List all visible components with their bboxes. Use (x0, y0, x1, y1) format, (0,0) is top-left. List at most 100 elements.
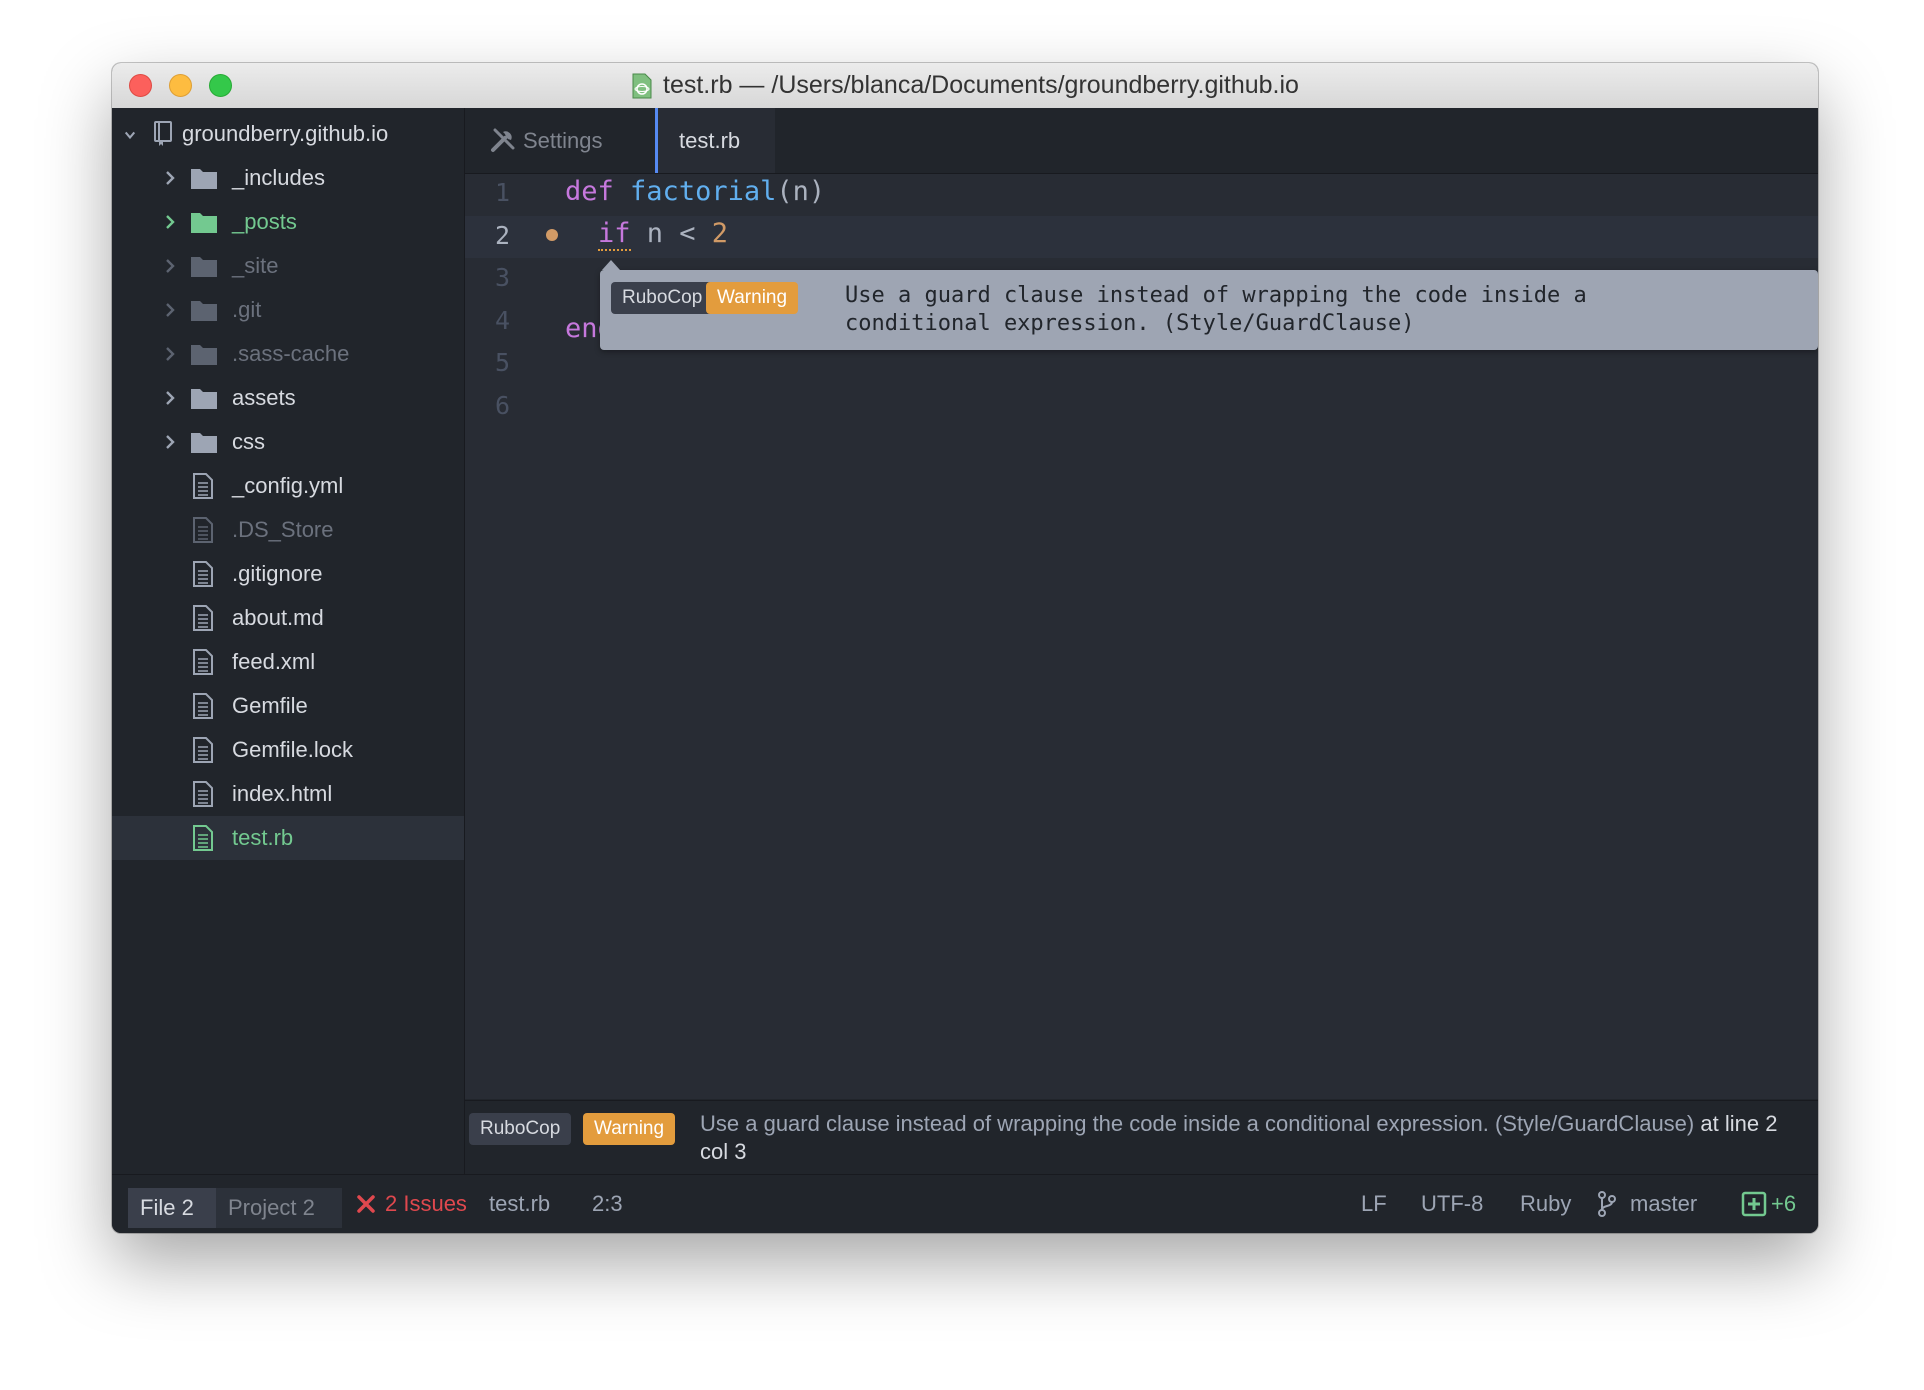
file-text-icon (193, 693, 213, 719)
tree-item[interactable]: css (112, 420, 464, 464)
file-text-icon (193, 517, 213, 543)
line-number: 4 (494, 305, 510, 335)
tree-item[interactable]: _posts (112, 200, 464, 244)
ruby-file-icon (632, 73, 652, 98)
tree-item-label: .gitignore (232, 561, 323, 586)
status-line-ending[interactable]: LF (1361, 1175, 1387, 1233)
file-text-icon (193, 737, 213, 763)
status-encoding[interactable]: UTF-8 (1421, 1175, 1483, 1233)
minimize-window-button[interactable] (169, 74, 192, 97)
tab-test-rb[interactable]: test.rb (655, 108, 775, 173)
tab-settings[interactable]: Settings (465, 108, 655, 173)
title-bar: test.rb — /Users/blanca/Documents/ground… (112, 63, 1818, 109)
tree-item[interactable]: Gemfile (112, 684, 464, 728)
status-issues-text: 2 Issues (385, 1191, 467, 1216)
chevron-right-icon (166, 347, 175, 361)
window-controls (129, 74, 232, 97)
folder-icon (191, 389, 217, 409)
folder-icon (191, 433, 217, 453)
chevron-right-icon (166, 435, 175, 449)
tooltip-message: Use a guard clause instead of wrapping t… (845, 283, 1587, 336)
tree-item[interactable]: .DS_Store (112, 508, 464, 552)
chevron-right-icon (166, 391, 175, 405)
tree-item-label: .sass-cache (232, 341, 350, 366)
chevron-down-icon (124, 131, 136, 140)
status-cursor-position[interactable]: 2:3 (592, 1175, 623, 1233)
git-branch-icon (1598, 1191, 1616, 1217)
zoom-window-button[interactable] (209, 74, 232, 97)
tab-bar: Settings test.rb (465, 108, 1818, 174)
folder-icon (191, 257, 217, 277)
status-bar: File 2 Project 2 2 Issues test.rb 2:3 LF… (112, 1174, 1818, 1233)
close-window-button[interactable] (129, 74, 152, 97)
tree-item-label: feed.xml (232, 649, 316, 674)
tree-item-label: about.md (232, 605, 324, 630)
line-number: 2 (494, 220, 510, 250)
folder-icon (191, 213, 217, 233)
line-number: 6 (494, 390, 510, 420)
tree-item[interactable]: .git (112, 288, 464, 332)
tree-item-label: _config.yml (232, 473, 344, 498)
error-x-icon (357, 1195, 375, 1213)
window-title-text: test.rb — /Users/blanca/Documents/ground… (663, 71, 1299, 99)
folder-icon (191, 345, 217, 365)
status-git-changes[interactable]: +6 (1741, 1175, 1796, 1233)
linter-message-text: Use a guard clause instead of wrapping t… (700, 1111, 1778, 1164)
tree-item-label: _includes (232, 165, 325, 190)
tree-item[interactable]: _includes (112, 156, 464, 200)
window-title: test.rb — /Users/blanca/Documents/ground… (631, 71, 1299, 100)
tree-item-label: Gemfile.lock (232, 737, 354, 762)
repo-icon (154, 121, 172, 146)
tooltip-severity-badge: Warning (706, 282, 799, 314)
linter-badge: RuboCop (469, 1113, 572, 1145)
file-text-icon (193, 473, 213, 499)
status-issues[interactable]: 2 Issues (357, 1175, 467, 1233)
line-number: 1 (494, 178, 510, 207)
tree-item-label: css (232, 429, 265, 454)
tree-item[interactable]: _site (112, 244, 464, 288)
status-project-tab[interactable]: Project 2 (216, 1188, 342, 1228)
tree-item-label: Gemfile (232, 693, 308, 718)
status-branch-label: master (1630, 1191, 1698, 1216)
tree-item[interactable]: assets (112, 376, 464, 420)
linter-message[interactable]: RuboCop Warning Use a guard clause instead… (465, 1106, 1818, 1168)
folder-icon (191, 169, 217, 189)
tree-item[interactable]: _config.yml (112, 464, 464, 508)
chevron-right-icon (166, 259, 175, 273)
tree-item[interactable]: about.md (112, 596, 464, 640)
atom-window: test.rb — /Users/blanca/Documents/ground… (112, 63, 1818, 1233)
warning-gutter-marker[interactable] (546, 229, 558, 241)
status-filename[interactable]: test.rb (489, 1175, 550, 1233)
tree-view: groundberry.github.io _includes _posts _si… (112, 108, 465, 1175)
tools-icon (491, 128, 515, 152)
chevron-right-icon (166, 171, 175, 185)
status-file-tab[interactable]: File 2 (128, 1188, 216, 1228)
tree-item-label: index.html (232, 781, 333, 806)
status-git-added-count: +6 (1771, 1191, 1797, 1216)
code-line-2: if n < 2 (598, 218, 729, 251)
tree-item-label: assets (232, 385, 296, 410)
tree-item-label: test.rb (232, 825, 294, 850)
file-text-icon (193, 605, 213, 631)
tree-item-label: .git (232, 297, 262, 322)
tree-item[interactable]: .sass-cache (112, 332, 464, 376)
project-root-label: groundberry.github.io (182, 121, 389, 146)
tab-test-rb-label: test.rb (679, 127, 741, 153)
tree-root[interactable]: groundberry.github.io (112, 112, 464, 156)
tree-item[interactable]: .gitignore (112, 552, 464, 596)
file-text-icon (193, 825, 213, 851)
text-editor[interactable]: 123456 def factorial(n) if n < 2 end Rub… (465, 174, 1818, 1099)
tree-item-label: _site (232, 253, 279, 278)
status-git-branch[interactable]: master (1598, 1175, 1697, 1233)
code-line-1: def factorial(n) (565, 176, 826, 207)
tree-item[interactable]: index.html (112, 772, 464, 816)
tree-item-label: _posts (232, 209, 297, 234)
line-number: 5 (494, 348, 510, 377)
diff-added-icon (1741, 1191, 1767, 1217)
tree-item[interactable]: test.rb (112, 816, 464, 860)
chevron-right-icon (166, 303, 175, 317)
tree-item[interactable]: Gemfile.lock (112, 728, 464, 772)
tree-item[interactable]: feed.xml (112, 640, 464, 684)
linter-tooltip: RuboCop Warning Use a guard clause inste… (600, 260, 1818, 350)
status-grammar[interactable]: Ruby (1520, 1175, 1571, 1233)
